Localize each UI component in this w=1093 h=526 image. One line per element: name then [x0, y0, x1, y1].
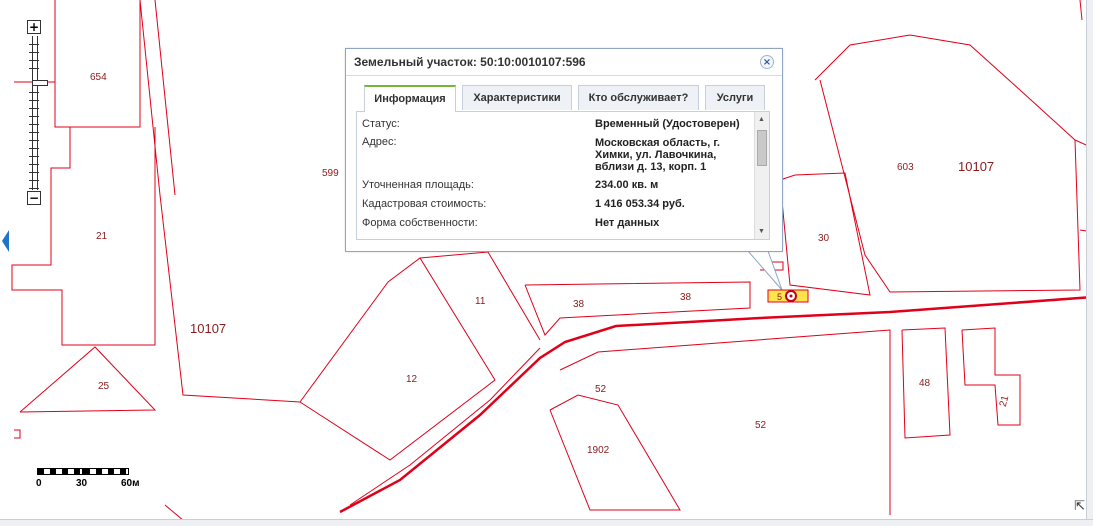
block-label-10107-left: 10107	[190, 321, 226, 336]
parcel-boundary	[54, 0, 141, 128]
scale-label-30: 30	[76, 478, 88, 489]
info-value-area: 234.00 кв. м	[595, 179, 659, 191]
zoom-control[interactable]: + −	[27, 20, 48, 206]
parcel-label-38a: 38	[573, 299, 585, 310]
parcel-boundary	[961, 327, 1021, 426]
tab-who-serves[interactable]: Кто обслуживает?	[578, 85, 699, 110]
parcel-label-25: 25	[98, 381, 110, 392]
zoom-slider-handle[interactable]	[32, 80, 48, 86]
info-label-cadastral-value: Кадастровая стоимость:	[362, 198, 487, 210]
popup-header: Земельный участок: 50:10:0010107:596 ×	[346, 49, 782, 76]
parcel-label-11: 11	[475, 296, 486, 307]
parcel-label-52a: 52	[595, 384, 607, 395]
parcel-label-12: 12	[406, 374, 418, 385]
zoom-out-button[interactable]: −	[27, 191, 41, 205]
marker-pin-center-icon	[789, 294, 793, 298]
close-icon[interactable]: ×	[760, 55, 774, 69]
info-label-area: Уточненная площадь:	[362, 179, 474, 191]
parcel-label-603: 603	[897, 162, 914, 173]
parcel-boundary	[549, 394, 681, 511]
scale-label-60: 60м	[121, 478, 140, 489]
info-label-ownership: Форма собственности:	[362, 217, 478, 229]
parcel-boundary	[299, 257, 496, 461]
parcel-label-599: 599	[322, 168, 339, 179]
popup-tabs: Информация Характеристики Кто обслуживае…	[356, 85, 770, 112]
block-label-10107-right: 10107	[958, 159, 994, 174]
scroll-up-icon[interactable]: ▲	[758, 116, 765, 123]
info-label-address: Адрес:	[362, 136, 397, 148]
parcel-label-38b: 38	[680, 292, 692, 303]
map-frame-bottom	[0, 519, 1093, 526]
scroll-thumb[interactable]	[757, 130, 767, 166]
parcel-boundary	[524, 281, 751, 336]
parcel-boundary	[559, 329, 891, 515]
parcel-label-21b: 21	[998, 394, 1012, 408]
scale-bar: 0 30 60м	[36, 468, 140, 494]
parcel-boundary	[1079, 0, 1083, 21]
parcel-label-654: 654	[90, 72, 107, 83]
info-panel[interactable]: Статус: Временный (Удостоверен) Адрес: М…	[356, 112, 770, 240]
info-label-status: Статус:	[362, 118, 400, 130]
parcel-label-21: 21	[96, 231, 108, 242]
info-value-status: Временный (Удостоверен)	[595, 118, 740, 130]
zoom-slider-track[interactable]	[29, 36, 48, 190]
info-value-cadastral-value: 1 416 053.34 руб.	[595, 198, 685, 210]
scale-bar-left	[37, 468, 83, 475]
parcel-label-30: 30	[818, 233, 830, 244]
zoom-in-button[interactable]: +	[27, 20, 41, 34]
parcel-info-popup: Земельный участок: 50:10:0010107:596 × И…	[345, 48, 783, 252]
popup-title: Земельный участок: 50:10:0010107:596	[354, 55, 586, 69]
tab-information[interactable]: Информация	[364, 85, 456, 112]
road-line	[349, 347, 541, 506]
info-scrollbar[interactable]: ▲ ▼	[754, 112, 769, 239]
info-value-ownership: Нет данных	[595, 217, 660, 229]
scale-bar-right	[83, 468, 129, 475]
left-panel-toggle-icon[interactable]	[2, 230, 9, 252]
parcel-boundary	[154, 0, 176, 196]
tab-characteristics[interactable]: Характеристики	[462, 85, 572, 110]
tab-services[interactable]: Услуги	[705, 85, 765, 110]
marker-label: 5	[777, 292, 782, 302]
parcel-label-52b: 52	[755, 420, 767, 431]
parcel-boundary	[19, 346, 157, 413]
parcel-boundary	[814, 34, 1081, 293]
scale-label-0: 0	[36, 478, 42, 489]
resize-corner-icon[interactable]: ⇱	[1074, 498, 1085, 514]
parcel-label-1902: 1902	[587, 445, 610, 456]
parcel-label-48: 48	[919, 378, 931, 389]
info-value-address: Московская область, г. Химки, ул. Лавочк…	[595, 137, 720, 173]
scroll-down-icon[interactable]: ▼	[758, 228, 765, 235]
parcel-boundary	[139, 0, 301, 403]
parcel-boundary	[14, 429, 21, 439]
map-frame-right	[1086, 0, 1093, 526]
